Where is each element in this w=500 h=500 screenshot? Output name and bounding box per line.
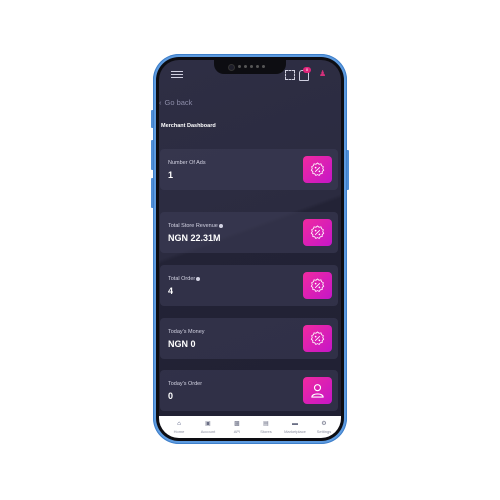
stat-card: Today's Order 0 — [160, 370, 338, 411]
bottom-nav-label: Home — [173, 429, 185, 434]
stat-card-label-text: Today's Order — [168, 381, 203, 387]
bottom-nav-item[interactable]: ⌂ Home — [165, 416, 193, 438]
stat-card-label: Total Store Revenue — [168, 223, 223, 229]
stat-card-value: 4 — [168, 286, 174, 296]
bottom-nav-item[interactable]: ⚙ Settings — [310, 416, 338, 438]
stat-card-label-text: Total Store Revenue — [168, 223, 218, 229]
stat-card-value: NGN 22.31M — [168, 233, 221, 243]
percent-badge-icon — [303, 272, 332, 299]
stores-icon: ▤ — [263, 421, 269, 427]
percent-badge-icon — [303, 156, 332, 183]
notch-sensor — [250, 65, 253, 68]
phone-notch — [214, 60, 286, 74]
notch-sensor — [244, 65, 247, 68]
folder-icon: ▬ — [292, 421, 298, 427]
bottom-nav-label: Settings — [316, 429, 332, 434]
chevron-left-icon: ‹ — [159, 98, 162, 107]
bottom-nav-item[interactable]: ▣ Account — [194, 416, 222, 438]
stat-card-value: 1 — [168, 170, 174, 180]
stat-card: Total Order 4 — [160, 265, 338, 306]
percent-badge-icon — [303, 219, 332, 246]
stat-card-label: Today's Order — [168, 381, 202, 387]
bottom-nav-label: Account — [200, 429, 216, 434]
stat-card: Today's Money NGN 0 — [160, 318, 338, 359]
camera-icon: ▣ — [205, 421, 211, 427]
notch-sensor — [256, 65, 259, 68]
go-back-link[interactable]: ‹ Go back — [159, 98, 192, 107]
bottom-nav-item[interactable]: ▬ Marketplace — [281, 416, 309, 438]
gear-icon: ⚙ — [321, 421, 327, 427]
notch-sensor — [262, 65, 265, 68]
page-title: Merchant Dashboard — [161, 123, 216, 129]
notification-count-badge: 0 — [303, 67, 311, 73]
bottom-nav-label: Marketplace — [284, 429, 306, 434]
percent-badge-icon — [303, 325, 332, 352]
stat-card-label-text: Number Of Ads — [168, 160, 206, 166]
stat-card-label: Number Of Ads — [168, 160, 206, 166]
stat-card-label-text: Total Order — [168, 276, 196, 282]
user-icon — [303, 377, 332, 404]
fullscreen-icon[interactable] — [285, 70, 295, 80]
bottom-nav-label: API — [233, 429, 241, 434]
info-icon[interactable] — [196, 276, 201, 281]
bottom-nav-item[interactable]: ▤ Stores — [252, 416, 280, 438]
stat-card-label-text: Today's Money — [168, 329, 205, 335]
home-icon: ⌂ — [177, 421, 181, 427]
api-icon: ▩ — [234, 421, 240, 427]
stat-card: Total Store Revenue NGN 22.31M — [160, 212, 338, 253]
profile-icon[interactable]: ♟ — [319, 70, 326, 78]
go-back-label: Go back — [164, 98, 193, 107]
stat-card-label: Total Order — [168, 276, 201, 282]
menu-icon[interactable] — [171, 71, 183, 79]
notch-sensor — [238, 65, 241, 68]
info-icon[interactable] — [218, 223, 223, 228]
bottom-nav-item[interactable]: ▩ API — [223, 416, 251, 438]
bottom-nav: ⌂ Home ▣ Account ▩ API ▤ Stores ▬ Marketplace ⚙ Set… — [159, 416, 341, 438]
camera-lens — [228, 64, 235, 71]
stat-card: Number Of Ads 1 — [160, 149, 338, 190]
stat-card-label: Today's Money — [168, 329, 205, 335]
app-screen: 0 ♟ ‹ Go back Merchant Dashboard Number O… — [159, 60, 341, 438]
stat-card-value: NGN 0 — [168, 339, 196, 349]
bottom-nav-label: Stores — [260, 429, 272, 434]
stat-card-value: 0 — [168, 391, 174, 401]
